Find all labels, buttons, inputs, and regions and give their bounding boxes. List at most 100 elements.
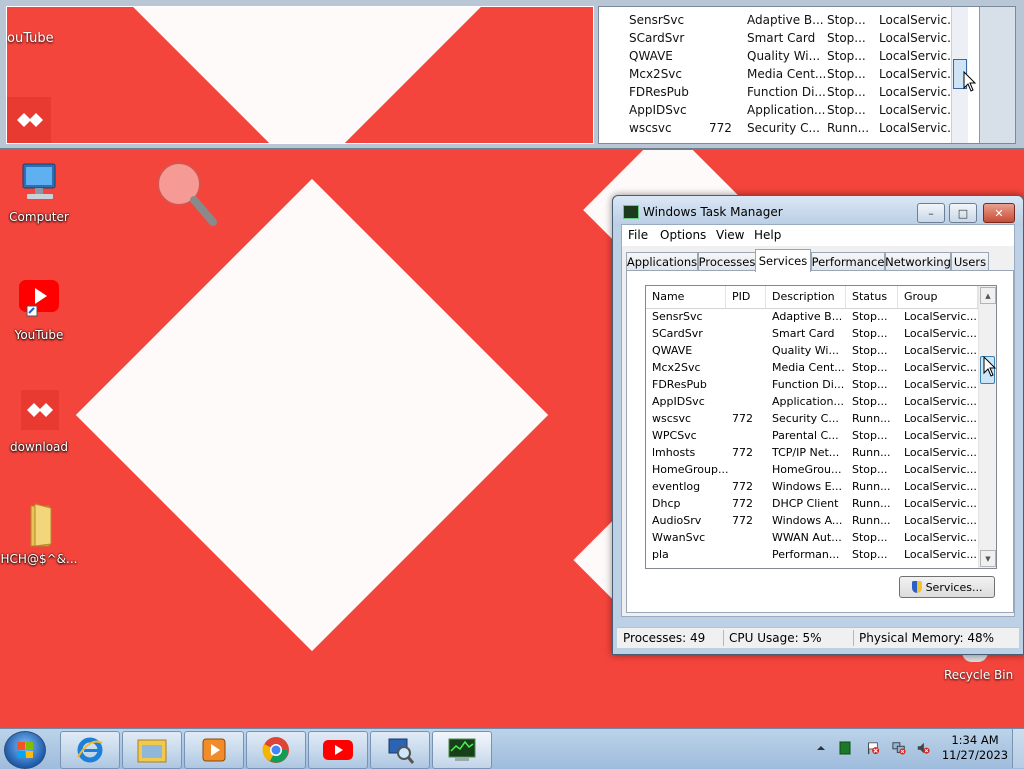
taskbar-chrome[interactable] [246,731,306,769]
table-row[interactable]: AppIDSvc Application... Stop... LocalServic… [646,394,978,411]
desktop-icon-label: HCH@$^&... [0,552,78,566]
tab-users[interactable]: Users [951,252,989,271]
taskbar-file-explorer[interactable] [122,731,182,769]
action-center-flag-icon[interactable] [866,741,880,755]
status-processes: Processes: 49 [623,631,706,645]
zoom-cell-status: Runn... [827,121,870,135]
table-row[interactable]: AudioSrv 772 Windows A... Runn... LocalServi… [646,513,978,530]
maximize-button[interactable]: □ [949,203,977,223]
table-row[interactable]: eventlog 772 Windows E... Runn... LocalServi… [646,479,978,496]
cell-description: Windows A... [772,514,843,527]
taskbar-clock[interactable]: 1:34 AM 11/27/2023 [940,733,1010,763]
cell-name: Dhcp [652,497,681,510]
status-cpu: CPU Usage: 5% [729,631,822,645]
table-row[interactable]: WwanSvc WWAN Aut... Stop... LocalServic... [646,530,978,547]
desktop-icon-folder[interactable]: HCH@$^&... [0,500,78,566]
tray-app-icon[interactable] [838,741,852,755]
zoom-list-item: SCardSvr Smart Card Stop... LocalServic... [599,31,959,49]
task-manager-icon [623,205,639,219]
column-header-status[interactable]: Status [846,286,898,308]
table-row[interactable]: SCardSvr Smart Card Stop... LocalServic... [646,326,978,343]
cell-group: LocalServic... [904,395,977,408]
minimize-button[interactable]: – [917,203,945,223]
table-row[interactable]: WPCSvc Parental C... Stop... LocalServic... [646,428,978,445]
table-row[interactable]: Dhcp 772 DHCP Client Runn... LocalServic... [646,496,978,513]
table-row[interactable]: HomeGroup... HomeGrou... Stop... LocalServi… [646,462,978,479]
tab-processes[interactable]: Processes [698,252,756,271]
desktop-icon-recycle-bin[interactable]: Recycle Bin [944,668,1013,682]
zoom-cell-description: Security C... [747,121,820,135]
zoom-desktop-area: ouTube [6,6,594,144]
cell-group: LocalServic... [904,310,977,323]
desktop-icon-label: download [9,440,69,454]
table-row[interactable]: QWAVE Quality Wi... Stop... LocalServic... [646,343,978,360]
zoom-cell-name: Mcx2Svc [629,67,683,81]
zoom-window-edge [979,7,1015,143]
cell-pid: 772 [732,480,753,493]
table-row[interactable]: Mcx2Svc Media Cent... Stop... LocalServic..… [646,360,978,377]
start-button[interactable] [4,731,46,769]
scroll-down-arrow-icon[interactable]: ▼ [980,550,996,567]
column-header-group[interactable]: Group [898,286,978,308]
status-bar: Processes: 49 CPU Usage: 5% Physical Mem… [617,627,1019,648]
services-list[interactable]: Name PID Description Status Group ⌃ Sens… [645,285,997,569]
table-row[interactable]: FDResPub Function Di... Stop... LocalServic… [646,377,978,394]
taskbar-media-player[interactable] [184,731,244,769]
cell-name: lmhosts [652,446,696,459]
menu-options[interactable]: Options [660,228,706,242]
cell-status: Runn... [852,412,891,425]
desktop-icon-youtube[interactable]: YouTube [0,276,78,342]
table-row[interactable]: wscsvc 772 Security C... Runn... LocalServic… [646,411,978,428]
zoom-cell-name: AppIDSvc [629,103,687,117]
zoom-cell-description: Function Di... [747,85,826,99]
vertical-scrollbar[interactable]: ▲ ▼ [978,286,996,568]
column-header-name[interactable]: Name [646,286,726,308]
show-hidden-icons-chevron[interactable] [814,741,828,755]
tab-applications[interactable]: Applications [626,252,698,271]
volume-muted-icon[interactable] [916,741,930,755]
taskbar [0,728,1024,769]
title-bar[interactable]: Windows Task Manager – □ ✕ [613,196,1023,226]
scroll-up-arrow-icon[interactable]: ▲ [980,287,996,304]
column-header-pid[interactable]: PID [726,286,766,308]
cell-status: Runn... [852,446,891,459]
zoom-cell-description: Application... [747,103,826,117]
cell-status: Stop... [852,378,888,391]
task-manager-body: Applications Processes Services Performa… [621,246,1015,617]
taskbar-magnifier[interactable] [370,731,430,769]
list-header: Name PID Description Status Group ⌃ [646,286,978,309]
zoom-list-item: AppIDSvc Application... Stop... LocalServic… [599,103,959,121]
cell-name: HomeGroup... [652,463,729,476]
cell-description: Application... [772,395,844,408]
taskbar-youtube[interactable] [308,731,368,769]
close-button[interactable]: ✕ [983,203,1015,223]
menu-file[interactable]: File [628,228,648,242]
cell-name: AudioSrv [652,514,702,527]
tab-services[interactable]: Services [755,249,811,272]
tab-networking[interactable]: Networking [885,252,951,271]
menu-help[interactable]: Help [754,228,781,242]
taskbar-internet-explorer[interactable] [60,731,120,769]
table-row[interactable]: lmhosts 772 TCP/IP Net... Runn... LocalServi… [646,445,978,462]
cell-name: eventlog [652,480,701,493]
table-row[interactable]: SensrSvc Adaptive B... Stop... LocalServic.… [646,309,978,326]
show-desktop-button[interactable] [1012,729,1024,768]
network-icon[interactable] [892,741,906,755]
cell-name: WPCSvc [652,429,697,442]
cell-name: FDResPub [652,378,707,391]
folder-icon [15,500,63,548]
file-explorer-icon [137,739,167,763]
cell-status: Stop... [852,344,888,357]
column-header-description[interactable]: Description [766,286,846,308]
desktop-icon-computer[interactable]: Computer [0,158,78,224]
tab-performance[interactable]: Performance [811,252,885,271]
cell-description: Quality Wi... [772,344,839,357]
internet-explorer-icon [77,737,103,763]
desktop-icon-download[interactable]: download [0,388,78,454]
magnifier-lens-icon[interactable] [155,160,219,230]
table-row[interactable]: pla Performan... Stop... LocalServic... [646,547,978,564]
windows-logo-icon [17,742,33,758]
menu-view[interactable]: View [716,228,744,242]
taskbar-task-manager[interactable] [432,731,492,769]
services-button[interactable]: Services... [899,576,995,598]
